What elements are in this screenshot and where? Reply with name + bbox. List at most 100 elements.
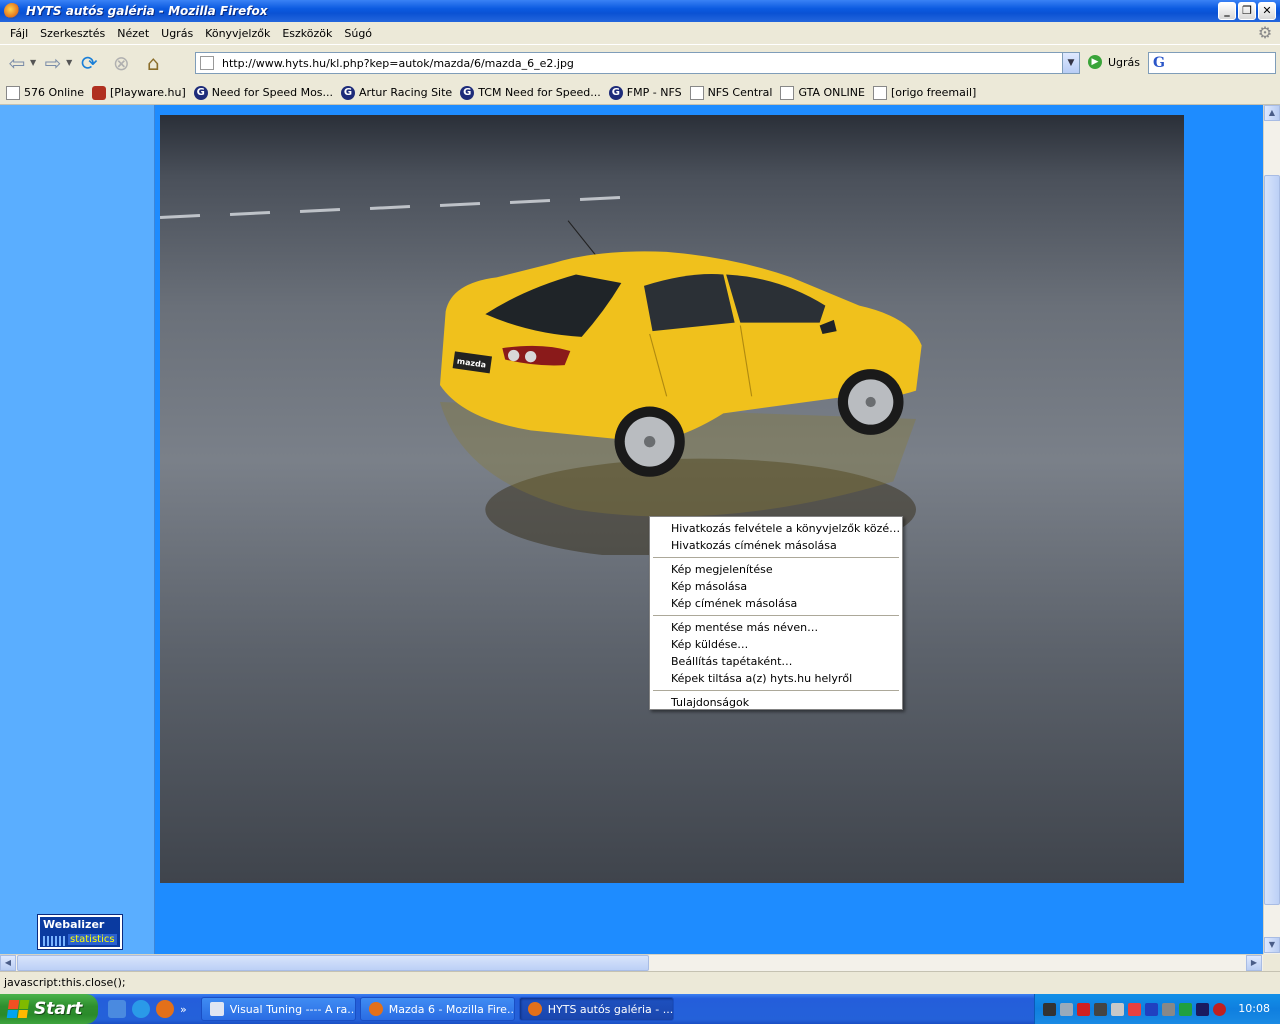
system-tray: 10:08 xyxy=(1034,994,1280,1024)
firefox-icon xyxy=(527,1002,542,1016)
quick-launch-more-icon[interactable]: » xyxy=(180,1003,187,1016)
show-desktop-icon[interactable] xyxy=(108,1000,126,1018)
status-bar: javascript:this.close(); xyxy=(0,971,1280,993)
start-button[interactable]: Start xyxy=(0,994,98,1024)
navigation-toolbar: ⇦ ▼ ⇨ ▼ ⟳ ⊗ ⌂ http://www.hyts.hu/kl.php?… xyxy=(0,44,1280,80)
left-frame xyxy=(0,105,155,954)
webalizer-badge[interactable]: Webalizer statistics xyxy=(37,914,123,950)
back-button[interactable]: ⇦ xyxy=(2,48,32,78)
horizontal-scroll-thumb[interactable] xyxy=(17,955,649,971)
google-search-icon[interactable]: G xyxy=(1153,55,1165,71)
scroll-down-icon[interactable]: ▼ xyxy=(1264,937,1280,953)
page-icon xyxy=(872,85,887,100)
home-button[interactable]: ⌂ xyxy=(138,48,168,78)
quick-launch: » xyxy=(108,1000,187,1018)
g-icon: G xyxy=(608,85,623,100)
menu-copy-image-location[interactable]: Kép címének másolása xyxy=(650,595,902,612)
vertical-scroll-thumb[interactable] xyxy=(1264,175,1280,905)
ati-icon[interactable] xyxy=(1077,1002,1090,1016)
bookmark-nfs-central[interactable]: NFS Central xyxy=(689,85,772,100)
vertical-scrollbar[interactable]: ▲ ▼ xyxy=(1263,105,1280,954)
menu-send-image[interactable]: Kép küldése… xyxy=(650,636,902,653)
menu-help[interactable]: Súgó xyxy=(338,27,378,40)
menu-set-as-wallpaper[interactable]: Beállítás tapétaként… xyxy=(650,653,902,670)
status-text: javascript:this.close(); xyxy=(4,976,126,989)
go-label: Ugrás xyxy=(1108,55,1141,69)
internet-explorer-icon[interactable] xyxy=(132,1000,150,1018)
close-button[interactable]: ✕ xyxy=(1258,2,1276,20)
bookmark-nfs-most-wanted[interactable]: G Need for Speed Mos... xyxy=(193,85,333,100)
throbber-icon: ⚙ xyxy=(1257,23,1273,42)
url-history-dropdown-icon[interactable]: ▼ xyxy=(1062,53,1079,73)
webalizer-title: Webalizer xyxy=(43,918,105,931)
scroll-up-icon[interactable]: ▲ xyxy=(1264,105,1280,121)
tools-icon[interactable] xyxy=(1162,1002,1175,1016)
speaker-icon[interactable] xyxy=(1111,1002,1124,1016)
security-icon[interactable] xyxy=(1179,1002,1192,1016)
bookmark-tcm-nfs[interactable]: G TCM Need for Speed... xyxy=(460,85,601,100)
bookmark-playware[interactable]: [Playware.hu] xyxy=(91,85,186,100)
car-photo[interactable]: mazda xyxy=(160,115,1184,883)
menu-separator xyxy=(653,557,899,558)
reload-button[interactable]: ⟳ xyxy=(74,48,104,78)
address-bar[interactable]: http://www.hyts.hu/kl.php?kep=autok/mazd… xyxy=(195,52,1080,74)
minimize-button[interactable]: _ xyxy=(1218,2,1236,20)
forward-button[interactable]: ⇨ xyxy=(38,48,68,78)
menu-go[interactable]: Ugrás xyxy=(155,27,199,40)
bookmark-artur-racing[interactable]: G Artur Racing Site xyxy=(341,85,452,100)
scroll-left-icon[interactable]: ◀ xyxy=(0,955,16,971)
window-title: HYTS autós galéria - Mozilla Firefox xyxy=(26,4,268,18)
task-mazda-6[interactable]: Mazda 6 - Mozilla Fire... xyxy=(359,997,515,1021)
menu-bar: Fájl Szerkesztés Nézet Ugrás Könyvjelzők… xyxy=(0,22,1280,44)
bookmark-fmp-nfs[interactable]: G FMP - NFS xyxy=(608,85,682,100)
menu-edit[interactable]: Szerkesztés xyxy=(34,27,111,40)
page-icon xyxy=(6,85,20,100)
network-icon[interactable] xyxy=(1043,1002,1056,1016)
start-label: Start xyxy=(34,999,83,1019)
menu-save-image-as[interactable]: Kép mentése más néven… xyxy=(650,619,902,636)
media-icon[interactable] xyxy=(1196,1002,1209,1016)
context-menu: Hivatkozás felvétele a könyvjelzők közé…… xyxy=(649,516,903,710)
stop-button[interactable]: ⊗ xyxy=(106,48,136,78)
menu-tools[interactable]: Eszközök xyxy=(276,27,338,40)
url-input[interactable]: http://www.hyts.hu/kl.php?kep=autok/mazd… xyxy=(218,57,1062,70)
g-icon: G xyxy=(193,85,208,100)
horizontal-scrollbar[interactable]: ◀ ▶ xyxy=(0,954,1263,971)
back-dropdown-icon[interactable]: ▼ xyxy=(30,58,36,67)
firefox-icon xyxy=(4,3,20,19)
antivirus-icon[interactable] xyxy=(1128,1002,1141,1016)
window-titlebar[interactable]: HYTS autós galéria - Mozilla Firefox _ ❐… xyxy=(0,0,1280,22)
bookmark-576-online[interactable]: 576 Online xyxy=(6,85,84,100)
menu-properties[interactable]: Tulajdonságok xyxy=(650,694,902,711)
menu-bookmarks[interactable]: Könyvjelzők xyxy=(199,27,276,40)
go-button[interactable]: ▶ Ugrás xyxy=(1088,55,1140,69)
page-content: mazda Webalizer statistics xyxy=(0,105,1263,954)
menu-view-image[interactable]: Kép megjelenítése xyxy=(650,561,902,578)
g-icon: G xyxy=(341,85,356,100)
bookmark-origo-freemail[interactable]: [origo freemail] xyxy=(872,85,976,100)
page-icon xyxy=(689,85,704,100)
firefox-icon xyxy=(368,1002,383,1016)
menu-view[interactable]: Nézet xyxy=(111,27,155,40)
monitor-icon[interactable] xyxy=(1060,1002,1073,1016)
go-arrow-icon: ▶ xyxy=(1088,55,1102,69)
menu-bookmark-link[interactable]: Hivatkozás felvétele a könyvjelzők közé… xyxy=(650,520,902,537)
menu-file[interactable]: Fájl xyxy=(4,27,34,40)
task-hyts-galeria[interactable]: HYTS autós galéria - ... xyxy=(518,997,674,1021)
bookmark-gta-online[interactable]: GTA ONLINE xyxy=(780,85,865,100)
menu-block-images[interactable]: Képek tiltása a(z) hyts.hu helyről xyxy=(650,670,902,687)
clock: 10:08 xyxy=(1238,1002,1270,1015)
menu-copy-image[interactable]: Kép másolása xyxy=(650,578,902,595)
record-icon[interactable] xyxy=(1213,1002,1226,1016)
forward-dropdown-icon[interactable]: ▼ xyxy=(66,58,72,67)
bookmarks-toolbar: 576 Online [Playware.hu] G Need for Speed… xyxy=(0,81,1280,105)
maximize-button[interactable]: ❐ xyxy=(1238,2,1256,20)
bluetooth-icon[interactable] xyxy=(1145,1002,1158,1016)
camera-icon[interactable] xyxy=(1094,1002,1107,1016)
menu-copy-link-location[interactable]: Hivatkozás címének másolása xyxy=(650,537,902,554)
scroll-right-icon[interactable]: ▶ xyxy=(1246,955,1262,971)
firefox-icon[interactable] xyxy=(156,1000,174,1018)
page-icon xyxy=(200,56,214,70)
task-visual-tuning[interactable]: Visual Tuning ---- A ra... xyxy=(200,997,356,1021)
search-input[interactable]: G xyxy=(1148,52,1276,74)
